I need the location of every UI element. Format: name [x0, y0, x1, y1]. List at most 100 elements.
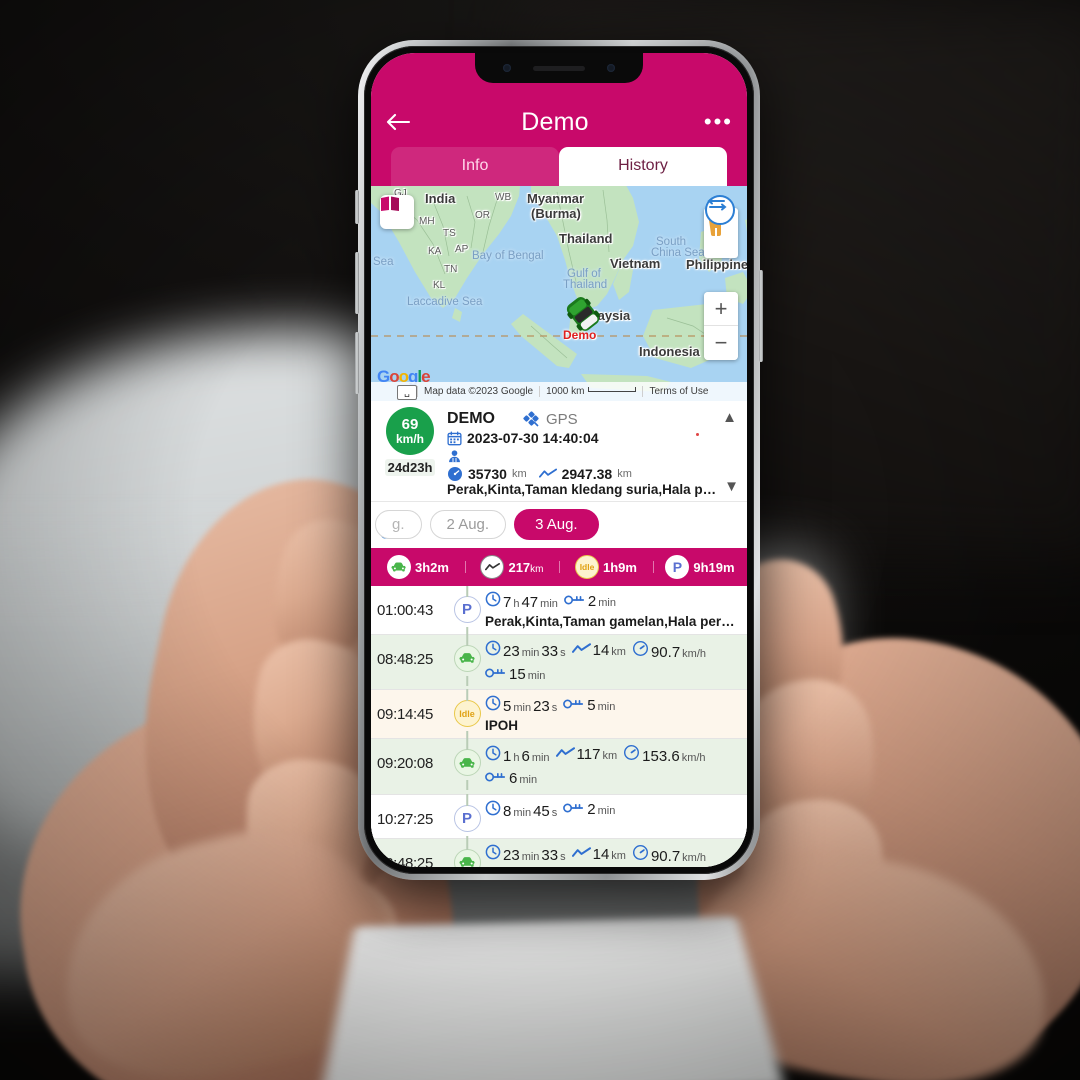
- summary-park-time-value: 9h19m: [693, 559, 735, 575]
- car-icon: [453, 644, 481, 672]
- speed-column: 69 km/h 24d23h: [381, 407, 439, 497]
- trip-metrics: 23min33s14km90.7km/h15min: [485, 844, 741, 868]
- chevron-down-icon[interactable]: ▼: [724, 478, 739, 495]
- trip-metric-value: 8: [503, 802, 512, 820]
- trip-metric: 153.6 km/h: [623, 744, 706, 767]
- phone-volume-down-button[interactable]: [355, 332, 359, 394]
- trip-metric-value: 90.7: [650, 643, 681, 661]
- back-arrow-icon[interactable]: [385, 112, 419, 132]
- trip-row[interactable]: 09:20:08 1 h 6 min 117 km 153.6 km/h 6 min: [371, 738, 747, 794]
- tab-bar: Info History: [385, 145, 733, 186]
- trip-metric-unit: min: [597, 805, 616, 817]
- trip-metric: 14 km: [571, 846, 626, 865]
- phone-volume-up-button[interactable]: [355, 252, 359, 314]
- trip-row[interactable]: 10:27:25 P 8 min 45 s 2 min: [371, 793, 747, 838]
- trip-metric-value-2: 47: [521, 594, 539, 611]
- trip-metric-unit-2: min: [531, 751, 550, 764]
- idle-icon: Idle: [575, 555, 600, 579]
- map-zoom-controls: + −: [704, 292, 738, 360]
- ignition-key-icon: [485, 667, 507, 679]
- trip-time: 01:00:43: [377, 602, 433, 619]
- trip-body: 23min33s14km90.7km/h15min: [483, 640, 741, 685]
- traffic-toggle-icon[interactable]: [705, 195, 735, 225]
- trip-metric-value-2: 6: [521, 747, 530, 765]
- vehicle-address: Perak,Kinta,Taman kledang suria,Hala per…: [447, 482, 737, 497]
- zoom-in-button[interactable]: +: [704, 292, 738, 326]
- trip-time: 09:20:08: [377, 755, 433, 772]
- summary-idle-time-value: 1h9m: [603, 559, 637, 575]
- trip-metric-unit: km: [611, 849, 626, 862]
- phone-mute-switch[interactable]: [355, 190, 359, 224]
- calendar-icon: [447, 430, 462, 446]
- trip-metric-value-2: 33: [541, 643, 559, 661]
- vehicle-name: DEMO: [447, 410, 495, 427]
- last-update-timestamp: 2023-07-30 14:40:04: [467, 430, 599, 446]
- ignition-key-icon: [563, 802, 585, 814]
- trip-body: 8 min 45 s 2 min: [483, 800, 741, 822]
- trip-metric: 117 km: [555, 746, 617, 765]
- earpiece-speaker: [533, 65, 585, 71]
- vehicle-name-row: DEMO GPS: [447, 408, 737, 430]
- trip-metric-unit: min: [521, 851, 540, 863]
- clock-icon: [485, 844, 501, 860]
- trip-metric-value: 117: [576, 746, 601, 763]
- trip-metric-value: 14: [592, 641, 610, 659]
- trip-metrics: 7 h 47 min 2 min: [485, 591, 741, 613]
- trip-metric-value: 5: [587, 696, 596, 714]
- trip-distance-unit: km: [617, 468, 632, 480]
- trip-metric-value: 7: [503, 594, 512, 611]
- car-icon: [453, 848, 481, 867]
- trip-connector: P: [451, 591, 483, 623]
- trip-connector: Idle: [451, 695, 483, 728]
- keyboard-icon[interactable]: ␣: [397, 385, 417, 400]
- odometer-value: 35730: [468, 466, 507, 482]
- parking-icon: P: [453, 596, 481, 623]
- front-camera-icon: [503, 64, 511, 72]
- trip-body: 1 h 6 min 117 km 153.6 km/h 6 min: [483, 744, 741, 789]
- speedometer-icon: [623, 744, 640, 761]
- trip-metric-unit-2: s: [560, 647, 566, 660]
- trip-metric-value: 23: [503, 643, 520, 661]
- trip-row[interactable]: 08:48:2523min33s14km90.7km/h15min: [371, 837, 747, 868]
- date-chip-3-selected[interactable]: 3 Aug.: [514, 509, 599, 540]
- phone-power-button[interactable]: [759, 270, 763, 362]
- date-chip-2[interactable]: 2 Aug.: [429, 510, 507, 539]
- date-chip-1[interactable]: g.: [375, 510, 422, 539]
- trip-metric-value: 5: [503, 698, 512, 716]
- zoom-out-button[interactable]: −: [704, 326, 738, 360]
- driver-row: [447, 446, 737, 466]
- tab-info[interactable]: Info: [391, 147, 559, 186]
- trip-metric-unit: km/h: [681, 752, 706, 764]
- trip-metrics: 8 min 45 s 2 min: [485, 800, 741, 822]
- status-dot: [696, 433, 699, 436]
- parking-icon: P: [453, 804, 481, 832]
- trip-metric-value: 15: [509, 665, 526, 683]
- trip-metric-unit: h: [513, 598, 520, 610]
- chevron-up-icon[interactable]: ▲: [722, 409, 737, 426]
- trip-metrics: 23min33s14km90.7km/h15min: [485, 640, 741, 685]
- trip-metric-unit: min: [519, 773, 538, 786]
- trip-connector: [451, 744, 483, 776]
- trip-metric-value: 1: [503, 747, 512, 765]
- tab-history[interactable]: History: [559, 147, 727, 186]
- trip-row[interactable]: 01:00:43 P 7 h 47 min 2 min Perak,Kinta,Taman ga…: [371, 586, 747, 634]
- map-view[interactable]: India GJ WB OR MH TS KA AP TN KL Myanmar (Burma) Tha…: [371, 186, 747, 401]
- clock-icon: [485, 745, 501, 761]
- trip-connector: P: [451, 800, 483, 832]
- trip-history-list[interactable]: 01:00:43 P 7 h 47 min 2 min Perak,Kinta,Taman ga…: [371, 586, 747, 867]
- phone-device: Demo ••• Info History India GJ WB OR MH …: [355, 40, 763, 880]
- trip-row[interactable]: 08:48:2523min33s14km90.7km/h15min: [371, 633, 747, 690]
- overflow-menu-icon[interactable]: •••: [699, 111, 733, 133]
- map-layers-icon[interactable]: [380, 195, 414, 229]
- phone-bezel: Demo ••• Info History India GJ WB OR MH …: [364, 46, 754, 874]
- map-terms-link[interactable]: Terms of Use: [642, 386, 714, 397]
- trip-row[interactable]: 09:14:45 Idle 5 min 23 s 5 min IPOH: [371, 689, 747, 738]
- ignition-key-icon: [485, 771, 507, 783]
- odometer-icon: [447, 466, 463, 482]
- trip-metric-value-2: 45: [533, 802, 550, 820]
- distance-chart-icon: [571, 643, 591, 655]
- trip-metric-unit: min: [513, 702, 532, 715]
- trip-metric-unit-2: s: [551, 806, 558, 819]
- car-icon: [387, 555, 412, 579]
- clock-icon: [485, 800, 501, 816]
